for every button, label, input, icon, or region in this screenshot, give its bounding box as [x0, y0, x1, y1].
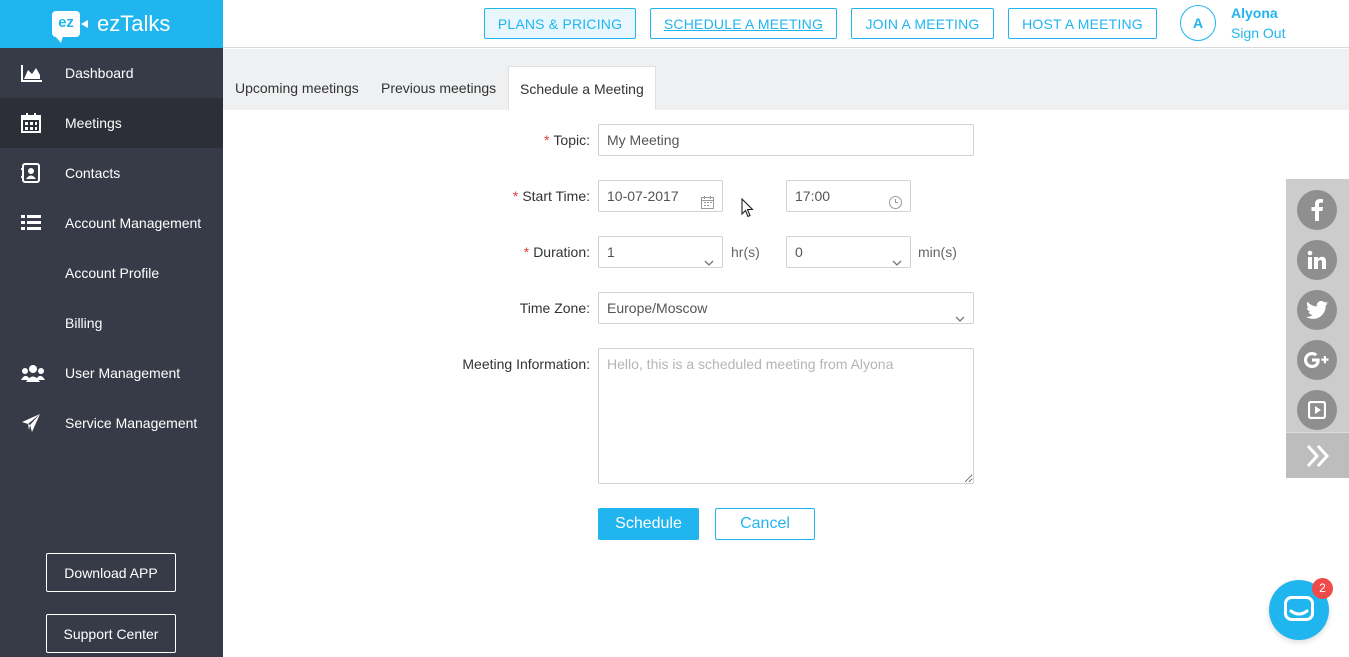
start-time-value: 17:00: [795, 188, 831, 204]
tab-previous-meetings[interactable]: Previous meetings: [381, 66, 496, 110]
host-meeting-button[interactable]: HOST A MEETING: [1008, 8, 1157, 39]
start-date-picker[interactable]: 10-07-2017: [598, 180, 723, 212]
top-bar: PLANS & PRICING SCHEDULE A MEETING JOIN …: [223, 0, 1349, 48]
calendar-icon: [701, 189, 714, 219]
hours-unit: hr(s): [731, 244, 760, 260]
label-colon: :: [586, 244, 590, 260]
timezone-value: Europe/Moscow: [607, 300, 708, 316]
topic-input[interactable]: [598, 124, 974, 156]
timezone-select[interactable]: Europe/Moscow: [598, 292, 974, 324]
start-time-picker[interactable]: 17:00: [786, 180, 911, 212]
user-name[interactable]: Alyona: [1231, 5, 1278, 21]
sidebar-item-label: Account Management: [65, 215, 202, 231]
sidebar-item-label: Meetings: [65, 115, 122, 131]
users-icon: [0, 364, 65, 382]
start-date-value: 10-07-2017: [607, 188, 679, 204]
facebook-icon[interactable]: [1297, 190, 1337, 230]
chevron-down-icon: [704, 247, 714, 277]
timezone-label: Time Zone:: [519, 300, 590, 316]
chat-icon: [1284, 596, 1314, 621]
sidebar-item-dashboard[interactable]: Dashboard: [0, 48, 223, 98]
meeting-tabs: Upcoming meetings Previous meetings Sche…: [223, 49, 1349, 110]
schedule-meeting-button[interactable]: SCHEDULE A MEETING: [650, 8, 837, 39]
required-mark: *: [523, 244, 530, 260]
meeting-info-label: Meeting Information:: [462, 356, 590, 372]
google-plus-icon[interactable]: [1297, 340, 1337, 380]
sign-out-link[interactable]: Sign Out: [1231, 25, 1285, 41]
minutes-unit: min(s): [918, 244, 957, 260]
twitter-icon[interactable]: [1297, 290, 1337, 330]
label-colon: :: [586, 132, 590, 148]
sidebar-item-account-profile[interactable]: Account Profile: [0, 248, 223, 298]
sidebar-nav: Dashboard Meetings Contacts Account Mana…: [0, 48, 223, 448]
avatar[interactable]: A: [1180, 5, 1216, 41]
logo-mark: ez: [52, 11, 80, 43]
contact-book-icon: [0, 163, 65, 183]
duration-minutes-value: 0: [795, 244, 803, 260]
collapse-share-bar-icon[interactable]: [1286, 432, 1349, 478]
calendar-icon: [0, 113, 65, 133]
sidebar-item-label: Billing: [65, 315, 103, 331]
video-icon[interactable]: [1297, 390, 1337, 430]
sidebar-item-label: Service Management: [65, 415, 198, 431]
sidebar-item-user-management[interactable]: User Management: [0, 348, 223, 398]
join-meeting-button[interactable]: JOIN A MEETING: [851, 8, 994, 39]
sidebar-item-label: Account Profile: [65, 265, 160, 281]
topic-label: * Topic:: [543, 132, 590, 148]
app-name: ezTalks: [97, 11, 171, 36]
linkedin-icon[interactable]: [1297, 240, 1337, 280]
label-colon: :: [586, 356, 590, 372]
paper-plane-icon: [0, 413, 65, 433]
meeting-info-textarea[interactable]: [598, 348, 974, 484]
cancel-button[interactable]: Cancel: [715, 508, 815, 540]
sidebar-item-service-management[interactable]: Service Management: [0, 398, 223, 448]
duration-label: * Duration:: [523, 244, 590, 260]
chevron-down-icon: [892, 247, 902, 277]
sidebar-item-account-management[interactable]: Account Management: [0, 198, 223, 248]
clock-icon: [889, 189, 902, 219]
notification-badge: 2: [1312, 578, 1333, 599]
sidebar-item-meetings[interactable]: Meetings: [0, 98, 223, 148]
duration-hours-select[interactable]: 1: [598, 236, 723, 268]
required-mark: *: [543, 132, 550, 148]
label-colon: :: [586, 300, 590, 316]
chevron-down-icon: [955, 303, 965, 333]
tab-upcoming-meetings[interactable]: Upcoming meetings: [235, 66, 359, 110]
area-chart-icon: [0, 64, 65, 82]
required-mark: *: [512, 188, 519, 204]
duration-minutes-select[interactable]: 0: [786, 236, 911, 268]
support-center-button[interactable]: Support Center: [46, 614, 176, 653]
download-app-button[interactable]: Download APP: [46, 553, 176, 592]
sidebar-item-label: Contacts: [65, 165, 121, 181]
camera-icon: [81, 20, 88, 28]
start-time-label: * Start Time:: [512, 188, 590, 204]
duration-hours-value: 1: [607, 244, 615, 260]
sidebar: ez ezTalks Dashboard Meetings Contacts A…: [0, 0, 223, 657]
sidebar-item-contacts[interactable]: Contacts: [0, 148, 223, 198]
list-icon: [0, 215, 65, 231]
logo[interactable]: ez ezTalks: [0, 0, 223, 48]
schedule-button[interactable]: Schedule: [598, 508, 699, 540]
plans-pricing-button[interactable]: PLANS & PRICING: [484, 8, 636, 39]
mouse-cursor-icon: [741, 197, 754, 221]
sidebar-item-label: Dashboard: [65, 65, 134, 81]
tab-schedule-meeting[interactable]: Schedule a Meeting: [508, 66, 656, 110]
label-colon: :: [586, 188, 590, 204]
sidebar-item-billing[interactable]: Billing: [0, 298, 223, 348]
sidebar-item-label: User Management: [65, 365, 181, 381]
social-share-bar: [1286, 179, 1349, 478]
